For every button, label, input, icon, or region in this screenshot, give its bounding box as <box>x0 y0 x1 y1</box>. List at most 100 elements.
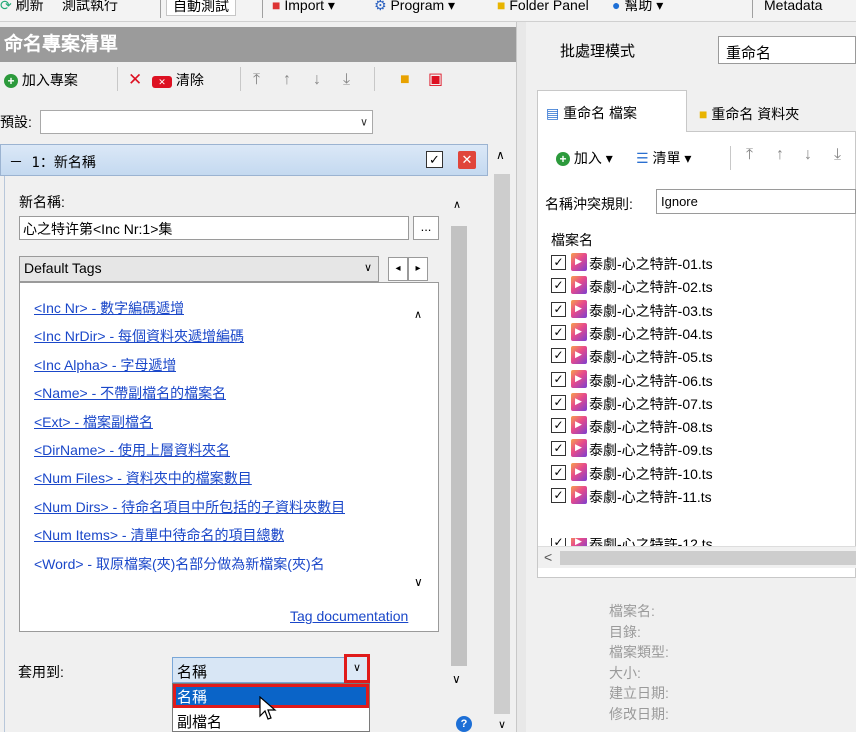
row-checkbox[interactable]: ✓ <box>551 394 566 410</box>
tag-link[interactable]: <Inc NrDir> - 每個資料夾遞增編碼 <box>34 326 244 346</box>
file-row[interactable]: ✓ 泰劇-心之特許-08.ts <box>551 411 856 437</box>
auto-test-button[interactable]: 自動測試 <box>166 0 236 16</box>
metadata-button[interactable]: Metadata <box>764 0 822 16</box>
new-name-input[interactable]: 心之特许第<Inc Nr:1>集 <box>19 216 409 240</box>
row-checkbox[interactable]: ✓ <box>551 278 566 294</box>
open-folder-icon[interactable]: ■ <box>400 70 410 90</box>
file-row[interactable]: ✓ 泰劇-心之特許-10.ts <box>551 458 856 484</box>
tab-rename-folders[interactable]: ■ 重命名 資料夾 <box>691 94 856 132</box>
tag-link[interactable]: <DirName> - 使用上層資料夾名 <box>34 440 230 460</box>
add-files-button[interactable]: + 加入 ▾ <box>556 148 613 168</box>
row-checkbox[interactable]: ✓ <box>551 464 566 480</box>
chevron-up-icon[interactable]: ∧ <box>496 148 505 162</box>
scroll-down-icon[interactable]: ∨ <box>452 672 461 686</box>
move-up-icon[interactable]: ↑ <box>776 146 784 164</box>
project-title: － 1：新名稱 <box>9 155 96 171</box>
scroll-thumb[interactable] <box>494 174 510 714</box>
tag-link[interactable]: <Inc Nr> - 數字編碼遞增 <box>34 298 184 318</box>
toolbar-divider <box>374 67 375 91</box>
move-top-icon[interactable]: ⤒ <box>253 70 260 90</box>
file-row[interactable]: ✓ 泰劇-心之特許-04.ts <box>551 318 856 344</box>
scroll-left-icon[interactable]: < <box>544 549 552 565</box>
refresh-button[interactable]: ⟳ 刷新 <box>0 0 44 16</box>
close-icon[interactable]: ✕ <box>458 151 476 169</box>
move-down-icon[interactable]: ↓ <box>804 146 812 164</box>
tags-select[interactable]: Default Tags ∨ <box>19 256 379 282</box>
scroll-thumb[interactable] <box>451 226 467 666</box>
tags-select-value: Default Tags <box>24 260 102 276</box>
help-icon[interactable]: ? <box>456 716 472 732</box>
program-button[interactable]: ⚙ Program ▾ <box>374 0 455 16</box>
chevron-down-icon: ∨ <box>352 662 362 674</box>
move-up-icon[interactable]: ↑ <box>283 70 291 90</box>
list-menu-button[interactable]: ☰ 清單 ▾ <box>636 148 691 168</box>
tag-link[interactable]: <Num Items> - 清單中待命名的項目總數 <box>34 525 284 545</box>
detail-label: 修改日期: <box>609 705 669 722</box>
clear-button[interactable]: ✕ 清除 <box>152 70 204 90</box>
row-checkbox[interactable]: ✓ <box>551 418 566 434</box>
file-row[interactable]: ✓ 泰劇-心之特許-03.ts <box>551 295 856 321</box>
row-checkbox[interactable]: ✓ <box>551 324 566 340</box>
scroll-thumb[interactable] <box>560 551 856 565</box>
delete-icon[interactable]: ✕ <box>128 70 142 90</box>
horizontal-scrollbar[interactable]: < <box>538 546 856 568</box>
toolbar-divider <box>730 146 731 170</box>
file-row[interactable]: ✓ 泰劇-心之特許-07.ts <box>551 388 856 414</box>
file-row-partial[interactable]: ✓ 泰劇-心之特許-12.ts <box>551 538 856 546</box>
file-row[interactable]: ✓ 泰劇-心之特許-06.ts <box>551 365 856 391</box>
import-button[interactable]: ■ Import ▾ <box>272 0 335 16</box>
tag-link[interactable]: <Inc Alpha> - 字母遞增 <box>34 355 176 375</box>
move-down-icon[interactable]: ↓ <box>313 70 321 90</box>
file-row[interactable]: ✓ 泰劇-心之特許-09.ts <box>551 434 856 460</box>
move-bottom-icon[interactable]: ⤓ <box>343 70 350 90</box>
tag-link[interactable]: <Word> - 取原檔案(夾)名部分做為新檔案(夾)名 <box>34 554 325 574</box>
ts-file-icon <box>571 538 587 546</box>
toolbar-divider <box>160 0 161 18</box>
preset-select[interactable]: ∨ <box>40 110 373 134</box>
apply-to-select[interactable]: 名稱 <box>172 657 370 683</box>
chevron-down-icon: ∨ <box>363 262 372 274</box>
tag-link[interactable]: <Num Dirs> - 待命名項目中所包括的子資料夾數目 <box>34 497 345 517</box>
outer-scrollbar[interactable]: ∨ <box>490 164 514 732</box>
tag-link[interactable]: <Num Files> - 資料夾中的檔案數目 <box>34 468 252 488</box>
tags-next-icon[interactable]: ▸ <box>408 257 428 281</box>
project-header[interactable]: － 1：新名稱 ✓ ✕ <box>0 144 488 176</box>
tags-scroll-up-icon[interactable]: ∧ <box>414 308 422 321</box>
row-checkbox[interactable]: ✓ <box>551 301 566 317</box>
save-icon[interactable]: ▣ <box>428 70 443 90</box>
file-row[interactable]: ✓ 泰劇-心之特許-01.ts <box>551 248 856 274</box>
file-row[interactable]: ✓ 泰劇-心之特許-11.ts <box>551 481 856 507</box>
row-checkbox[interactable]: ✓ <box>551 348 566 364</box>
apply-to-label: 套用到: <box>18 664 64 680</box>
help-button[interactable]: ● 幫助 ▾ <box>612 0 663 16</box>
tag-documentation-link[interactable]: Tag documentation <box>290 608 408 624</box>
project-toolbar: + 加入專案 ✕ ✕ 清除 ⤒ ↑ ↓ ⤓ ■ ▣ <box>0 64 516 94</box>
project-scrollbar[interactable]: ∧ <box>448 180 468 680</box>
tags-prev-icon[interactable]: ◂ <box>388 257 408 281</box>
browse-button[interactable]: ... <box>413 216 439 240</box>
file-name: 泰劇-心之特許-09.ts <box>589 442 713 459</box>
move-bottom-icon[interactable]: ⤓ <box>834 146 841 164</box>
move-top-icon[interactable]: ⤒ <box>746 146 753 164</box>
tab-rename-files[interactable]: ▤ 重命名 檔案 <box>537 90 687 132</box>
tags-scroll-down-icon[interactable]: ∨ <box>414 575 423 589</box>
row-checkbox[interactable]: ✓ <box>551 255 566 270</box>
file-name: 泰劇-心之特許-01.ts <box>589 256 713 272</box>
test-run-button[interactable]: 測試執行 <box>62 0 118 16</box>
row-checkbox[interactable]: ✓ <box>551 371 566 387</box>
row-checkbox[interactable]: ✓ <box>551 488 566 503</box>
apply-to-dropdown-button[interactable]: ∨ <box>344 654 370 683</box>
add-project-button[interactable]: + 加入專案 <box>4 70 78 90</box>
batch-mode-select[interactable]: 重命名 <box>718 36 856 64</box>
folder-panel-button[interactable]: ■ Folder Panel <box>497 0 589 16</box>
tag-link[interactable]: <Name> - 不帶副檔名的檔案名 <box>34 383 226 403</box>
file-row[interactable]: ✓ 泰劇-心之特許-05.ts <box>551 341 856 367</box>
row-checkbox[interactable]: ✓ <box>551 441 566 457</box>
file-row[interactable]: ✓ 泰劇-心之特許-02.ts <box>551 271 856 297</box>
conflict-select[interactable]: Ignore <box>656 189 856 214</box>
tag-link[interactable]: <Ext> - 檔案副檔名 <box>34 412 153 432</box>
row-checkbox[interactable]: ✓ <box>551 538 566 546</box>
enable-checkbox[interactable]: ✓ <box>426 151 443 168</box>
splitter[interactable] <box>516 22 526 732</box>
toolbar-divider <box>117 67 118 91</box>
